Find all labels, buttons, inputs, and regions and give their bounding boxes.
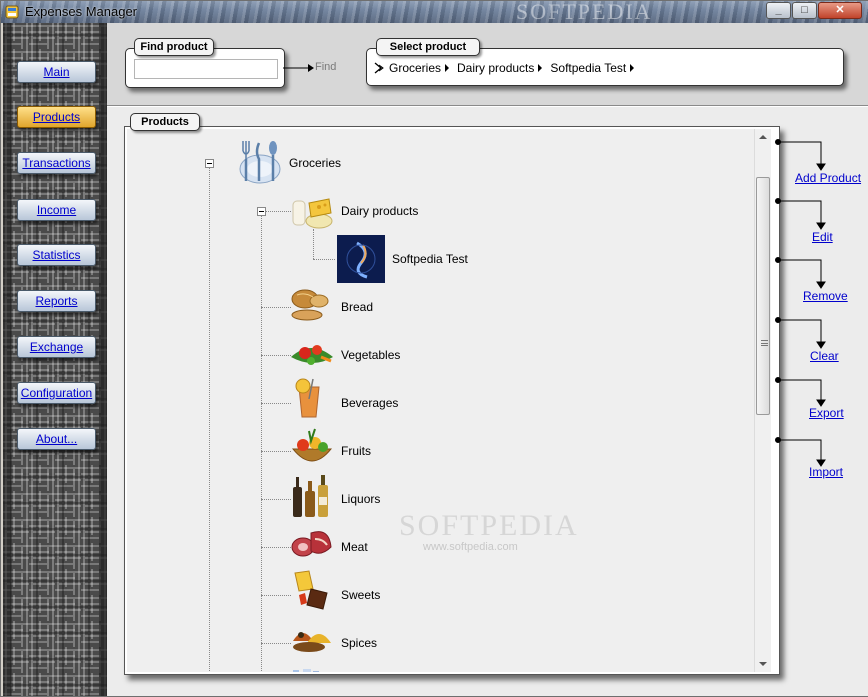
app-icon xyxy=(5,5,19,19)
nav-exchange-button[interactable]: Exchange xyxy=(17,336,96,358)
meat-icon xyxy=(291,531,332,557)
tree-line xyxy=(313,259,335,260)
navigation-sidebar: Main Products Transactions Income Statis… xyxy=(3,23,107,696)
beverage-glass-icon xyxy=(295,378,320,418)
maximize-icon: □ xyxy=(801,4,808,16)
breadcrumb-item-softpedia-test[interactable]: Softpedia Test xyxy=(550,61,626,75)
tree-item-liquors[interactable]: Liquors xyxy=(341,492,380,506)
tree-item-vegetables[interactable]: Vegetables xyxy=(341,348,400,362)
tree-line xyxy=(261,307,291,308)
breadcrumb-item-groceries[interactable]: Groceries xyxy=(389,61,441,75)
tree-line xyxy=(261,355,291,356)
nav-main-button[interactable]: Main xyxy=(17,61,96,83)
find-button[interactable]: Find xyxy=(315,61,336,73)
tree-line xyxy=(261,451,291,452)
bread-icon xyxy=(291,289,329,321)
tree-line xyxy=(261,547,291,548)
export-link[interactable]: Export xyxy=(809,406,844,420)
liquor-bottles-icon xyxy=(293,475,328,517)
minimize-button[interactable]: _ xyxy=(766,2,791,19)
products-tree[interactable]: Groceries Dairy products Softpedia Test xyxy=(127,129,754,672)
title-bar[interactable]: Expenses Manager SOFTPEDIA _ □ ✕ xyxy=(1,1,868,23)
remove-link[interactable]: Remove xyxy=(803,289,848,303)
breadcrumb-item-dairy-products[interactable]: Dairy products xyxy=(457,61,534,75)
select-product-tab: Select product xyxy=(376,38,480,56)
import-link[interactable]: Import xyxy=(809,465,843,479)
minimize-icon: _ xyxy=(775,4,782,16)
tree-item-dairy-products[interactable]: Dairy products xyxy=(341,204,418,218)
dairy-icon xyxy=(292,198,333,229)
nav-reports-button[interactable]: Reports xyxy=(17,290,96,312)
scroll-grip-icon xyxy=(761,340,768,346)
scroll-thumb[interactable] xyxy=(756,177,770,415)
softpedia-watermark: SOFTPEDIA xyxy=(399,509,579,542)
nav-about-button[interactable]: About... xyxy=(17,428,96,450)
sweets-icon xyxy=(294,570,328,610)
tree-item-spices[interactable]: Spices xyxy=(341,636,377,650)
collapse-dairy-icon[interactable] xyxy=(257,207,266,216)
vegetables-icon xyxy=(291,345,333,365)
nav-configuration-button[interactable]: Configuration xyxy=(17,382,96,404)
breadcrumb-separator-icon[interactable] xyxy=(445,64,450,72)
products-tab: Products xyxy=(130,113,200,131)
nav-income-button[interactable]: Income xyxy=(17,199,96,221)
tree-item-meat[interactable]: Meat xyxy=(341,540,368,554)
tree-item-bread[interactable]: Bread xyxy=(341,300,373,314)
tree-item-sweets[interactable]: Sweets xyxy=(341,588,380,602)
tree-line xyxy=(261,211,262,671)
fruit-basket-icon xyxy=(291,428,333,462)
title-watermark: SOFTPEDIA xyxy=(516,1,653,23)
spices-icon xyxy=(293,632,331,652)
breadcrumb-root-icon[interactable] xyxy=(374,62,386,74)
tree-line xyxy=(261,595,291,596)
tree-item-groceries[interactable]: Groceries xyxy=(289,156,341,170)
add-product-link[interactable]: Add Product xyxy=(795,171,861,185)
tree-line xyxy=(261,643,291,644)
find-product-tab: Find product xyxy=(134,38,214,56)
collapse-groceries-icon[interactable] xyxy=(205,159,214,168)
tree-vertical-scrollbar[interactable] xyxy=(754,129,771,672)
product-breadcrumb: Groceries Dairy products Softpedia Test xyxy=(374,60,642,76)
find-product-input[interactable] xyxy=(134,59,278,79)
tree-line xyxy=(313,229,314,259)
action-connectors xyxy=(775,139,826,467)
clear-link[interactable]: Clear xyxy=(810,349,839,363)
find-arrow-icon xyxy=(283,64,314,72)
cutlery-icon xyxy=(239,141,281,184)
tree-item-fruits[interactable]: Fruits xyxy=(341,444,371,458)
scroll-down-icon[interactable] xyxy=(759,662,767,666)
products-tree-panel: Groceries Dairy products Softpedia Test xyxy=(124,126,780,675)
scroll-up-icon[interactable] xyxy=(759,135,767,139)
tree-item-softpedia-test[interactable]: Softpedia Test xyxy=(392,252,468,266)
breadcrumb-separator-icon[interactable] xyxy=(538,64,543,72)
close-button[interactable]: ✕ xyxy=(818,2,862,19)
application-window: Expenses Manager SOFTPEDIA _ □ ✕ Main Pr… xyxy=(0,0,868,697)
softpedia-watermark-url: www.softpedia.com xyxy=(423,541,518,553)
more-items-icon xyxy=(293,669,319,672)
tree-line xyxy=(209,165,210,672)
nav-statistics-button[interactable]: Statistics xyxy=(17,244,96,266)
nav-products-button[interactable]: Products xyxy=(17,106,96,128)
softpedia-image-icon xyxy=(337,235,385,283)
window-title: Expenses Manager xyxy=(25,4,138,19)
breadcrumb-separator-icon[interactable] xyxy=(630,64,635,72)
nav-transactions-button[interactable]: Transactions xyxy=(17,152,96,174)
tree-line xyxy=(261,403,291,404)
tree-line xyxy=(261,499,291,500)
edit-link[interactable]: Edit xyxy=(812,230,833,244)
close-icon: ✕ xyxy=(835,4,845,16)
maximize-button[interactable]: □ xyxy=(792,2,817,19)
tree-item-beverages[interactable]: Beverages xyxy=(341,396,398,410)
